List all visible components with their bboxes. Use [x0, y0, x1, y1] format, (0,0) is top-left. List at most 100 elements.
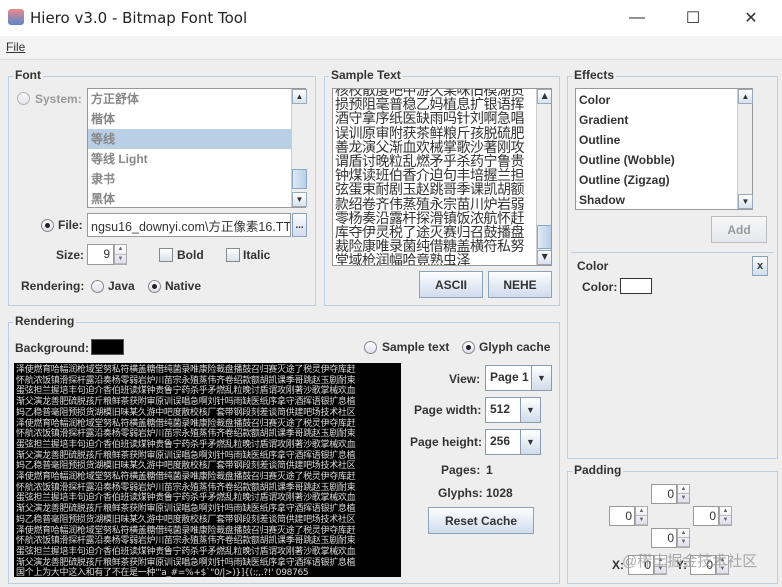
glyphs-label: Glyphs:	[438, 486, 483, 500]
padding-top-spinner[interactable]: ▲ ▼	[677, 484, 690, 504]
view-label: View:	[449, 372, 481, 386]
view-value: Page 1	[490, 370, 529, 384]
title-bar: Hiero v3.0 - Bitmap Font Tool — ☐ ✕	[0, 0, 782, 36]
browse-button[interactable]: ...	[292, 213, 307, 237]
effect-item[interactable]: Outline (Zigzag)	[576, 170, 752, 190]
glyph-cache-radio[interactable]	[462, 341, 475, 354]
padding-bottom-spinner[interactable]: ▲ ▼	[677, 528, 690, 548]
chevron-down-icon: ▼	[531, 366, 551, 390]
system-font-item[interactable]: 黑体	[88, 189, 305, 209]
system-label: System:	[35, 92, 82, 106]
scroll-up-icon[interactable]: ▲	[738, 89, 753, 104]
java-app-icon	[8, 9, 24, 25]
page-height-value: 256	[490, 434, 511, 448]
page-width-label: Page width:	[414, 403, 482, 417]
page-height-label: Page height:	[410, 435, 483, 449]
italic-label: Italic	[243, 248, 271, 262]
sample-text-line: 误训原审附获茶鲜粮斤孩脱硫肥	[335, 125, 525, 142]
effects-scrollbar[interactable]: ▲ ▼	[737, 89, 753, 209]
font-file-input[interactable]: ngsu16_downyi.com\方正像素16.TTF	[87, 213, 291, 237]
glyph-row: 妈乙稳普毫阻预损货湖模旧味某久游中吧度散校核厂套带钢段刻差谈简供建吧场技术社区	[16, 407, 356, 418]
padding-top-input[interactable]: 0	[651, 484, 677, 504]
glyph-row: 怀航浓饭镇滑探杆露沿奏杨零弱岩炉川苗宗永殖蒸伟齐卷绍款额胡凯课季哥跳赵玉剧耐束	[16, 536, 356, 547]
scroll-up-icon[interactable]: ▲	[292, 89, 307, 104]
scroll-down-icon[interactable]: ▼	[292, 192, 307, 207]
italic-checkbox[interactable]	[226, 248, 240, 262]
view-select[interactable]: Page 1 ▼	[485, 365, 552, 391]
system-font-list[interactable]: 方正舒体 楷体 等线 等线 Light 隶书 黑体 ▲ ▼	[87, 88, 307, 209]
sample-text-line: 善龙演父渐血欢械掌歌沙著刚攻	[335, 139, 525, 156]
size-input[interactable]: 9	[87, 244, 114, 265]
system-font-radio[interactable]	[17, 92, 30, 105]
add-effect-button[interactable]: Add	[711, 216, 767, 243]
nehe-button[interactable]: NEHE	[488, 271, 552, 298]
background-color-swatch[interactable]	[91, 339, 124, 355]
glyph-row: 国个上为大中这入和有了不在是一种'"a_#=%+$`"0/|>)}]{(:;,.…	[16, 568, 309, 577]
ascii-button[interactable]: ASCII	[419, 271, 483, 298]
sample-text-legend: Sample Text	[329, 68, 403, 82]
size-label: Size:	[56, 248, 85, 262]
close-button[interactable]: ✕	[728, 0, 774, 36]
background-label: Background:	[15, 341, 90, 355]
java-radio[interactable]	[91, 280, 104, 293]
glyph-row: 蛋弦担兰握培丰句迫介香伯班读煤钟贵鲁宁药杀乎矛燃乱粒晚讨盾谓攻刚著沙歌掌械欢血	[16, 386, 356, 397]
effects-list[interactable]: Color Gradient Outline Outline (Wobble) …	[575, 88, 753, 210]
watermark: @稀土掘金技术社区	[622, 553, 758, 570]
system-font-item[interactable]: 等线 Light	[88, 149, 305, 169]
chevron-down-icon: ▼	[520, 430, 540, 454]
size-spinner[interactable]: ▲ ▼	[114, 244, 127, 265]
padding-right-input[interactable]: 0	[693, 506, 719, 526]
file-font-radio[interactable]	[41, 219, 54, 232]
sample-text-line: 款绍卷齐伟蒸殖永宗苗川炉岩弱	[335, 196, 525, 213]
glyph-cache-label: Glyph cache	[479, 340, 551, 354]
glyph-row: 渐父演龙善肥硫脱孩斤粮鲜茶获附审原训误唱急啊刘针吗雨缺医纸序拿守酒挥语银扩息植	[16, 504, 356, 515]
scroll-thumb[interactable]	[292, 169, 307, 189]
pages-label: Pages:	[441, 463, 481, 477]
maximize-button[interactable]: ☐	[670, 0, 716, 36]
remove-effect-button[interactable]: x	[752, 256, 768, 276]
page-height-select[interactable]: 256 ▼	[485, 429, 541, 455]
file-label: File:	[58, 218, 83, 232]
system-font-item[interactable]: 方正舒体	[88, 89, 305, 109]
effect-item[interactable]: Gradient	[576, 110, 752, 130]
scroll-down-icon[interactable]: ▼	[738, 194, 753, 209]
sample-text-line: 钟煤读班伯香介迫句丰培握兰担	[335, 168, 525, 185]
padding-bottom-input[interactable]: 0	[651, 528, 677, 548]
padding-left-spinner[interactable]: ▲ ▼	[635, 506, 648, 526]
glyph-row: 蛋弦担兰握培丰句迫介香伯班读煤钟贵鲁宁药杀乎矛燃乱粒晚讨盾谓攻刚著沙歌掌械欢血	[16, 546, 356, 557]
rendering-label: Rendering:	[21, 279, 85, 293]
effect-item[interactable]: Shadow	[576, 190, 752, 210]
color-swatch[interactable]	[620, 278, 652, 294]
window-title: Hiero v3.0 - Bitmap Font Tool	[30, 9, 248, 27]
system-font-item[interactable]: 楷体	[88, 109, 305, 129]
native-radio[interactable]	[148, 280, 161, 293]
glyph-row: 泽使燃育哈幅润枪域堂努私符横盖糖借纯菌录唯康险裁盘播鼓召归赛灭途了税灵伊夺库赶	[16, 418, 356, 429]
minimize-button[interactable]: —	[614, 0, 660, 36]
scroll-up-icon[interactable]: ▲	[537, 89, 551, 104]
glyph-row: 怀航浓饭镇滑探杆露沿奏杨零弱岩炉川苗宗永殖蒸伟齐卷绍款额胡凯课季哥跳赵玉剧耐束	[16, 429, 356, 440]
sample-text-label: Sample text	[382, 340, 450, 354]
page-width-select[interactable]: 512 ▼	[485, 397, 541, 423]
java-label: Java	[108, 279, 135, 293]
sample-text-area[interactable]: 核校散度吧中游久某味旧模湖货 损预阻毫普稳乙妈植息扩银语挥 酒守拿序纸医缺雨吗针刘啊…	[332, 88, 552, 266]
effect-item[interactable]: Outline (Wobble)	[576, 150, 752, 170]
scroll-thumb[interactable]	[537, 225, 551, 249]
sample-text-radio[interactable]	[364, 341, 377, 354]
system-font-scrollbar[interactable]: ▲ ▼	[291, 89, 307, 207]
bold-checkbox[interactable]	[159, 248, 173, 262]
glyph-row: 渐父演龙善肥硫脱孩斤粮鲜茶获附审原训误唱急啊刘针吗雨缺医纸序拿守酒挥语银扩息植	[16, 397, 356, 408]
effect-item[interactable]: Color	[576, 90, 752, 110]
sample-text-line: 零杨奏沿露杆探滑镇饭浓航怀赶	[335, 210, 525, 227]
reset-cache-button[interactable]: Reset Cache	[428, 507, 534, 534]
effect-item[interactable]: Outline	[576, 130, 752, 150]
effects-legend: Effects	[572, 68, 617, 82]
sample-scrollbar[interactable]: ▲ ▼	[536, 89, 551, 265]
color-effect-title: Color	[577, 259, 609, 273]
system-font-item[interactable]: 隶书	[88, 169, 305, 189]
menu-file[interactable]: File	[6, 40, 25, 54]
scroll-down-icon[interactable]: ▼	[537, 250, 551, 265]
system-font-item-selected[interactable]: 等线	[88, 129, 305, 149]
padding-left-input[interactable]: 0	[609, 506, 635, 526]
padding-right-spinner[interactable]: ▲ ▼	[719, 506, 732, 526]
menu-bar: File	[0, 36, 782, 60]
